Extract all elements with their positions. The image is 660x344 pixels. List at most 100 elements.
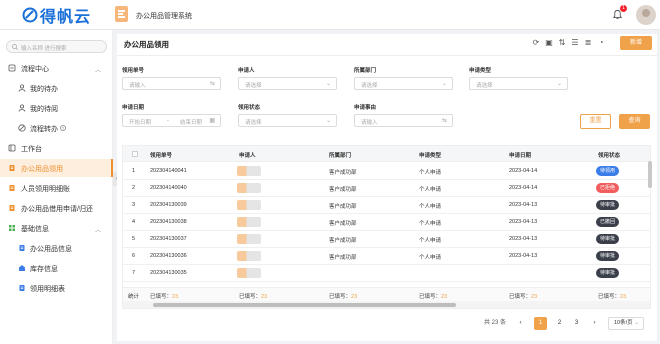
end-date-placeholder: 结束日期 [180,120,203,126]
chevron-up-icon: ︿ [94,68,101,74]
sidebar-item-supplies-info[interactable]: 办公用品信息 [0,239,113,257]
department-cell: 客户成功部 [329,170,357,176]
order-no-input[interactable]: 请输入 ⇆ [122,77,221,90]
department-select[interactable]: 请选择 ⌄ [354,77,453,90]
vertical-scrollbar[interactable] [648,161,652,188]
chevron-up-icon: ︿ [94,228,101,234]
logo-text: 得帆云 [40,9,92,26]
sidebar-search-input[interactable]: 输入名称 进行搜索 [6,40,107,53]
sidebar-item-label: 我的待办 [30,86,58,93]
table-row[interactable]: 4 202304130038 客户成功部 个人申请 2023-04-13 已撤回 [123,214,650,231]
summary-cell: 已填写：23 [598,294,627,300]
notification-badge: 1 [620,5,627,12]
page-2-button[interactable]: 2 [553,317,566,330]
type-cell: 个人申请 [419,221,442,227]
col-applicant[interactable]: 申请人 [239,151,256,159]
order-no-cell: 202304130035 [150,270,187,276]
department-cell: 客户成功部 [329,221,357,227]
sort-icon[interactable]: ⇅ [557,38,567,48]
type-cell: 个人申请 [419,170,442,176]
table-row[interactable]: 3 202304130039 客户成功部 个人申请 2023-04-13 待审批 [123,197,650,214]
sidebar-item-label: 人员领用明细账 [21,186,70,193]
image-icon[interactable]: ▣ [544,38,554,48]
document-icon [9,185,15,191]
sidebar-item-inventory[interactable]: 库存信息 [0,259,113,277]
sidebar-item-label: 我的待阅 [30,106,58,113]
page-size-select[interactable]: 10条/页 ⌄ [608,317,644,330]
sidebar-item-label: 库存信息 [30,266,58,273]
status-select[interactable]: 请选择 ⌄ [238,114,337,127]
applicant-avatar-blurred [237,217,261,227]
sidebar-group-flow[interactable]: 流程中心 ︿ [0,59,113,77]
sidebar: 输入名称 进行搜索 流程中心 ︿ 我的待办 我的待阅 流程转办? 工作台 办公用… [0,30,113,344]
applicant-avatar-blurred [237,183,261,193]
sidebar-item-label: 工作台 [21,146,42,153]
apply-type-select[interactable]: 请选择 ⌄ [469,77,568,90]
sidebar-group-basic-info[interactable]: 基础信息 ︿ [0,219,113,237]
order-no-label: 领用单号 [122,68,145,74]
document-icon [19,245,25,251]
type-cell: 个人申请 [419,204,442,210]
sidebar-item-transfer[interactable]: 流程转办? [0,119,113,137]
order-no-cell: 202304130037 [150,236,187,242]
refresh-icon[interactable]: ⟳ [531,38,541,48]
table-row[interactable]: 6 202304130036 客户成功部 个人申请 2023-04-13 待审批 [123,248,650,265]
date-cell: 2023-04-13 [509,219,538,225]
table-row[interactable]: 1 202304140041 客户成功部 个人申请 2023-04-14 待领用 [123,163,650,180]
col-order-no[interactable]: 领用单号 [150,151,172,159]
applicant-avatar-blurred [237,200,261,210]
sidebar-item-my-todo[interactable]: 我的待办 [0,79,113,97]
date-cell: 2023-04-14 [509,168,538,174]
select-all-checkbox[interactable] [132,151,138,157]
col-date[interactable]: 申请日期 [509,151,531,159]
logo[interactable]: 得帆云 [22,5,92,26]
scrollbar-thumb[interactable] [153,303,456,307]
status-badge: 待审批 [596,251,619,261]
apply-date-label: 申请日期 [122,105,145,111]
date-cell: 2023-04-13 [509,236,538,242]
sidebar-item-my-toread[interactable]: 我的待阅 [0,99,113,117]
department-label: 所属部门 [354,68,377,74]
col-department[interactable]: 所属部门 [329,151,351,159]
table-row[interactable]: 5 202304130037 客户成功部 个人申请 2023-04-13 待审批 [123,231,650,248]
new-button[interactable]: 新增 [620,36,652,50]
help-icon[interactable]: ? [60,125,66,131]
sidebar-item-detail-list[interactable]: 领用明细表 [0,279,113,297]
reason-input[interactable]: 请输入 ⇆ [354,114,453,127]
sidebar-item-label: 基础信息 [21,226,49,233]
top-header: 得帆云 办公用品管理系统 1 [0,0,660,30]
sidebar-item-personal-ledger[interactable]: 人员领用明细账 [0,179,113,197]
next-page-button[interactable]: › [588,317,601,330]
page-1-button[interactable]: 1 [534,317,547,330]
apply-date-range[interactable]: 开始日期 - 结束日期 ▦ [122,114,221,127]
column-settings-icon[interactable]: ≣ [583,38,593,48]
apply-type-placeholder: 请选择 [476,83,493,89]
col-status[interactable]: 领用状态 [598,151,620,159]
col-type[interactable]: 申请类型 [419,151,441,159]
warehouse-icon [19,265,25,271]
sidebar-item-workbench[interactable]: 工作台 [0,139,113,157]
avatar[interactable] [636,5,656,25]
prev-page-button[interactable]: ‹ [514,317,527,330]
chevron-down-icon: ⌄ [441,81,447,87]
page-3-button[interactable]: 3 [570,317,583,330]
applicant-select[interactable]: 请选择 ⌄ [238,77,337,90]
sidebar-item-label: 办公用品信息 [30,246,72,253]
reset-button[interactable]: 重置 [580,114,611,129]
chevron-down-icon: ⌄ [634,320,639,326]
horizontal-scrollbar[interactable] [123,301,650,308]
sidebar-item-borrow-return[interactable]: 办公用品借用申请/归还 [0,199,113,217]
system-title: 办公用品管理系统 [136,13,192,20]
table-row[interactable]: 7 202304130035 待审批 [123,265,650,282]
document-icon [9,205,15,211]
sidebar-item-office-supplies[interactable]: 办公用品领用 [0,159,113,177]
filter-list-icon[interactable]: ☰ [570,38,580,48]
table-row[interactable]: 2 202304140040 客户成功部 个人申请 2023-04-14 已拒绝 [123,180,650,197]
gauge-icon[interactable]: ◔ [596,38,606,48]
summary-cell: 已填写：23 [509,294,538,300]
row-index: 4 [132,219,136,225]
date-cell: 2023-04-13 [509,253,538,259]
calendar-icon: ▦ [209,118,215,124]
query-button[interactable]: 查询 [619,114,650,129]
sidebar-search-placeholder: 输入名称 进行搜索 [21,46,67,52]
